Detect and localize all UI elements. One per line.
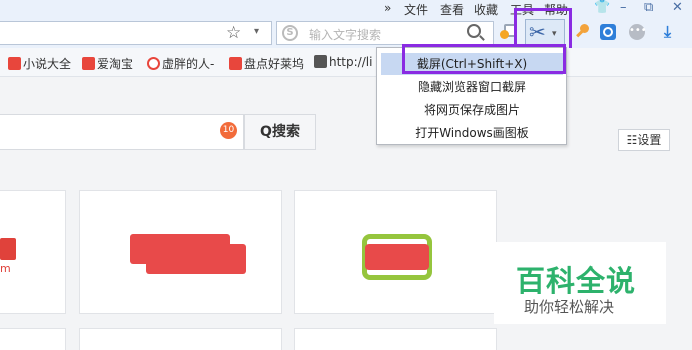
site-logo-icon <box>0 238 16 260</box>
refresh-icon[interactable] <box>600 24 616 40</box>
watermark: 百科全说 助你轻松解决 <box>494 242 666 324</box>
menu-view[interactable]: 查看 <box>440 1 464 18</box>
bookmark-favicon-icon <box>314 55 327 68</box>
watermark-title: 百科全说 <box>516 264 637 298</box>
hot-count-badge: 10 <box>220 122 237 139</box>
site-logo-icon <box>362 234 432 280</box>
menu-expand-button[interactable]: » <box>384 1 391 15</box>
site-tile[interactable] <box>294 328 497 350</box>
bookmark-item[interactable]: 小说大全 <box>8 55 71 72</box>
bookmarks-bar: 小说大全 爱淘宝 虚胖的人- 盘点好莱坞 http://li <box>0 48 692 77</box>
bookmark-favicon-icon <box>229 57 242 70</box>
menu-highlight-box <box>402 44 566 74</box>
skin-icon[interactable]: 👕 <box>594 0 610 15</box>
menu-item-open-paint[interactable]: 打开Windows画图板 <box>381 122 563 144</box>
watermark-subtitle: 助你轻松解决 <box>524 298 615 316</box>
search-input[interactable]: S 输入文字搜索 <box>276 21 494 45</box>
bookmark-favicon-icon <box>8 57 21 70</box>
close-button[interactable]: ✕ <box>672 0 683 15</box>
search-placeholder: 输入文字搜索 <box>309 28 382 42</box>
site-logo-text: m <box>0 262 11 275</box>
bookmark-item[interactable]: 盘点好莱坞 <box>229 55 304 72</box>
menu-favorites[interactable]: 收藏 <box>474 1 498 18</box>
key-icon[interactable] <box>574 24 590 40</box>
star-icon[interactable]: ☆ <box>226 23 241 43</box>
site-tile[interactable] <box>0 328 66 350</box>
bookmark-favicon-icon <box>82 57 95 70</box>
address-dropdown-icon[interactable]: ▾ <box>254 26 259 37</box>
bookmark-item[interactable]: http://li <box>314 55 372 69</box>
download-icon[interactable]: ⤓ <box>664 22 671 42</box>
homepage-search-button[interactable]: Q搜索 <box>244 114 316 150</box>
more-icon[interactable]: ••• <box>629 24 647 40</box>
site-tile[interactable] <box>79 328 282 350</box>
maximize-button[interactable]: ⧉ <box>644 0 653 15</box>
search-icon[interactable] <box>467 24 481 38</box>
site-logo-icon <box>130 234 246 274</box>
search-engine-icon[interactable]: S <box>282 25 298 41</box>
menu-item-save-page-image[interactable]: 将网页保存成图片 <box>381 99 563 121</box>
settings-button[interactable]: ☷设置 <box>618 129 670 151</box>
address-input[interactable]: ☆ ▾ <box>0 21 272 45</box>
menu-bar: » 文件 查看 收藏 工具 帮助 👕 – ⧉ ✕ <box>0 0 692 17</box>
bookmark-item[interactable]: 爱淘宝 <box>82 55 133 72</box>
homepage-search-input[interactable] <box>0 114 244 150</box>
menu-file[interactable]: 文件 <box>404 1 428 18</box>
bookmark-item[interactable]: 虚胖的人- <box>147 55 214 72</box>
bookmark-favicon-icon <box>147 57 160 70</box>
minimize-button[interactable]: – <box>620 0 627 15</box>
menu-item-hide-window-screenshot[interactable]: 隐藏浏览器窗口截屏 <box>381 76 563 98</box>
